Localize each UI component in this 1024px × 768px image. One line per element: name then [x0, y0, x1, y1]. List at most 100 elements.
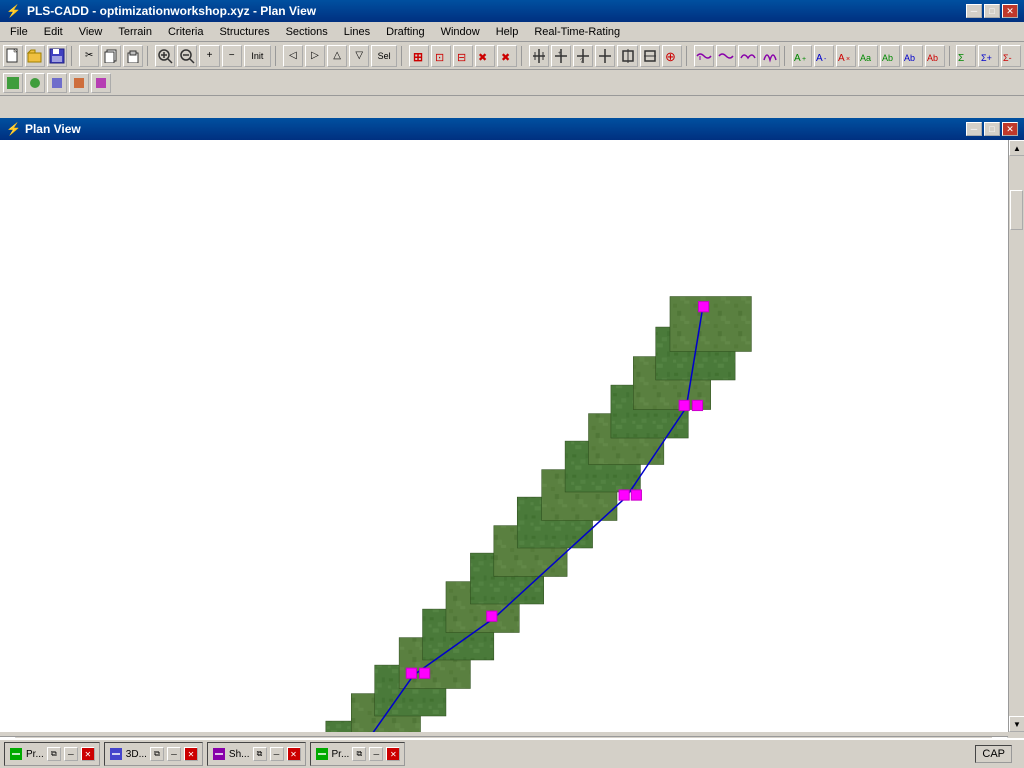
struct-tool-5[interactable]: [617, 45, 637, 67]
wave-tool-2[interactable]: [716, 45, 736, 67]
init-button[interactable]: Init: [244, 45, 271, 67]
menu-structures[interactable]: Structures: [211, 24, 277, 40]
vscroll-thumb[interactable]: [1010, 190, 1023, 230]
task-btn-close-2[interactable]: ✕: [184, 747, 198, 761]
wave-tool-1[interactable]: [694, 45, 714, 67]
task-btn-copy-1[interactable]: ⧉: [47, 747, 61, 761]
plus-button[interactable]: +: [199, 45, 219, 67]
struct-tool-4[interactable]: [595, 45, 615, 67]
cut-button[interactable]: ✂: [79, 45, 99, 67]
structure-2b[interactable]: [419, 668, 429, 678]
task-btn-min-2[interactable]: ─: [167, 747, 181, 761]
task-btn-copy-3[interactable]: ⧉: [253, 747, 267, 761]
small-tool-4[interactable]: [69, 73, 89, 93]
edit-tool-4[interactable]: ✖: [475, 45, 495, 67]
new-button[interactable]: [3, 45, 23, 67]
structure-6[interactable]: [698, 302, 708, 312]
rating-tool-6[interactable]: Ab: [902, 45, 922, 67]
task-btn-close-4[interactable]: ✕: [386, 747, 400, 761]
edit-tool-2[interactable]: ⊡: [431, 45, 451, 67]
menu-criteria[interactable]: Criteria: [160, 24, 211, 40]
vscroll-down[interactable]: ▼: [1009, 716, 1024, 732]
terrain-tiles: [280, 297, 751, 732]
task-item-4[interactable]: Pr... ⧉ ─ ✕: [310, 742, 406, 766]
svg-text:Ab: Ab: [927, 53, 938, 63]
task-icon-3: [212, 747, 226, 761]
svg-text:⊞: ⊞: [413, 50, 423, 64]
task-btn-close-1[interactable]: ✕: [81, 747, 95, 761]
menu-sections[interactable]: Sections: [278, 24, 336, 40]
plan-maximize-button[interactable]: □: [984, 122, 1000, 136]
struct-tool-3[interactable]: ?: [573, 45, 593, 67]
edit-tool-5[interactable]: ✖: [497, 45, 517, 67]
extra-tool-2[interactable]: Σ+: [978, 45, 998, 67]
structure-5[interactable]: [679, 400, 689, 410]
task-btn-min-3[interactable]: ─: [270, 747, 284, 761]
struct-tool-7[interactable]: ⊕: [662, 45, 682, 67]
task-item-1[interactable]: Pr... ⧉ ─ ✕: [4, 742, 100, 766]
zoom-out-button[interactable]: [177, 45, 197, 67]
structure-4b[interactable]: [631, 490, 641, 500]
task-item-2[interactable]: 3D... ⧉ ─ ✕: [104, 742, 203, 766]
rating-tool-5[interactable]: Ab: [880, 45, 900, 67]
menu-lines[interactable]: Lines: [336, 24, 378, 40]
small-tool-5[interactable]: [91, 73, 111, 93]
open-button[interactable]: [25, 45, 45, 67]
save-button[interactable]: [47, 45, 67, 67]
rating-tool-1[interactable]: A+: [792, 45, 812, 67]
plan-close-button[interactable]: ✕: [1002, 122, 1018, 136]
small-tool-2[interactable]: [25, 73, 45, 93]
structure-2[interactable]: [406, 668, 416, 678]
paste-button[interactable]: [123, 45, 143, 67]
menu-help[interactable]: Help: [488, 24, 527, 40]
svg-text:+: +: [558, 51, 562, 57]
minus-button[interactable]: −: [222, 45, 242, 67]
taskbar: Pr... ⧉ ─ ✕ 3D... ⧉ ─ ✕ Sh... ⧉ ─ ✕ Pr..…: [0, 738, 1024, 768]
structure-3[interactable]: [487, 611, 497, 621]
small-tool-3[interactable]: [47, 73, 67, 93]
small-tool-1[interactable]: [3, 73, 23, 93]
wave-tool-3[interactable]: [738, 45, 758, 67]
rating-tool-4[interactable]: Aa: [858, 45, 878, 67]
plan-minimize-button[interactable]: ─: [966, 122, 982, 136]
rating-tool-3[interactable]: A×: [836, 45, 856, 67]
up-button[interactable]: △: [327, 45, 347, 67]
copy-button[interactable]: [101, 45, 121, 67]
window-controls: ─ □ ✕: [966, 4, 1018, 18]
task-btn-copy-2[interactable]: ⧉: [150, 747, 164, 761]
forward-button[interactable]: ▷: [305, 45, 325, 67]
struct-tool-2[interactable]: +: [551, 45, 571, 67]
task-item-3[interactable]: Sh... ⧉ ─ ✕: [207, 742, 306, 766]
rating-tool-2[interactable]: A-: [814, 45, 834, 67]
rating-tool-7[interactable]: Ab: [925, 45, 945, 67]
task-btn-copy-4[interactable]: ⧉: [352, 747, 366, 761]
structure-4[interactable]: [619, 490, 629, 500]
zoom-in-button[interactable]: [155, 45, 175, 67]
structure-5b[interactable]: [692, 400, 702, 410]
back-button[interactable]: ◁: [283, 45, 303, 67]
menu-realtime[interactable]: Real-Time-Rating: [526, 24, 628, 40]
edit-tool-3[interactable]: ⊟: [453, 45, 473, 67]
sel-button[interactable]: Sel: [371, 45, 397, 67]
edit-tool-1[interactable]: ⊞: [409, 45, 429, 67]
minimize-button[interactable]: ─: [966, 4, 982, 18]
menu-file[interactable]: File: [2, 24, 36, 40]
struct-tool-1[interactable]: [529, 45, 549, 67]
menu-view[interactable]: View: [71, 24, 111, 40]
close-button[interactable]: ✕: [1002, 4, 1018, 18]
extra-tool-3[interactable]: Σ-: [1001, 45, 1021, 67]
menu-window[interactable]: Window: [433, 24, 488, 40]
task-btn-close-3[interactable]: ✕: [287, 747, 301, 761]
plan-canvas[interactable]: [0, 140, 1008, 732]
wave-tool-4[interactable]: [760, 45, 780, 67]
task-btn-min-1[interactable]: ─: [64, 747, 78, 761]
vscroll-up[interactable]: ▲: [1009, 140, 1024, 156]
down-button[interactable]: ▽: [349, 45, 369, 67]
extra-tool-1[interactable]: Σ: [956, 45, 976, 67]
task-btn-min-4[interactable]: ─: [369, 747, 383, 761]
struct-tool-6[interactable]: [640, 45, 660, 67]
menu-terrain[interactable]: Terrain: [110, 24, 160, 40]
maximize-button[interactable]: □: [984, 4, 1000, 18]
menu-drafting[interactable]: Drafting: [378, 24, 433, 40]
menu-edit[interactable]: Edit: [36, 24, 71, 40]
